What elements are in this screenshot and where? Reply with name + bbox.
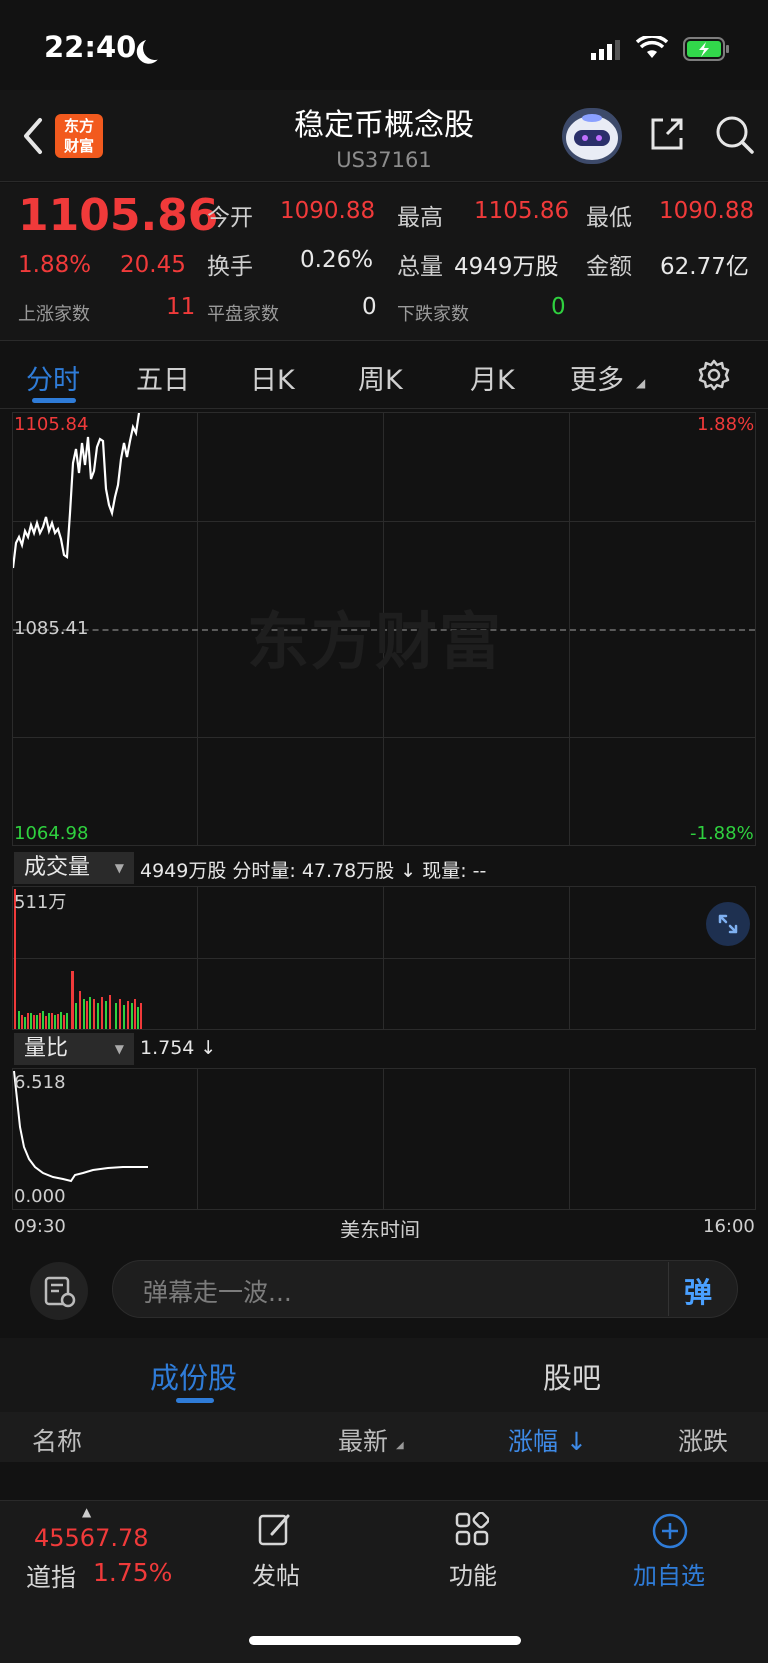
tab-weekly-k[interactable]: 周K: [358, 358, 403, 397]
danmu-divider: [668, 1262, 669, 1316]
intraday-price-line: [13, 413, 141, 569]
volume-value: 4949万股: [454, 254, 559, 280]
battery-icon: [683, 36, 731, 62]
column-latest[interactable]: 最新: [338, 1422, 388, 1458]
low-value: 1090.88: [659, 198, 755, 224]
up-count-label: 上涨家数: [18, 304, 90, 325]
share-icon[interactable]: [647, 114, 687, 154]
column-name: 名称: [32, 1427, 83, 1456]
danmu-settings-icon[interactable]: [30, 1262, 88, 1320]
function-grid-icon[interactable]: [455, 1511, 490, 1546]
search-icon[interactable]: [714, 114, 758, 156]
time-end-label: 16:00: [703, 1216, 755, 1237]
price-high-label: 1105.84: [14, 414, 89, 435]
danmu-placeholder: 弹幕走一波...: [143, 1278, 292, 1307]
price-mid-label: 1085.41: [14, 618, 89, 639]
ratio-chart[interactable]: [12, 1068, 756, 1210]
pct-low-label: -1.88%: [690, 823, 754, 844]
robot-assistant-icon[interactable]: [562, 108, 622, 164]
volume-bars: [14, 889, 142, 1029]
danmu-send-button[interactable]: 弹: [684, 1271, 712, 1311]
turnover-value: 0.26%: [300, 247, 374, 273]
add-watchlist-icon[interactable]: [651, 1512, 689, 1550]
turnover-label: 换手: [207, 254, 253, 280]
amount-label: 金额: [586, 254, 632, 280]
volume-chart[interactable]: [12, 886, 756, 1030]
post-label[interactable]: 发帖: [252, 1556, 300, 1591]
tab-more[interactable]: 更多: [570, 358, 624, 397]
volume-info: 4949万股 分时量: 47.78万股 ↓ 现量: --: [140, 860, 487, 882]
index-expand-caret-icon[interactable]: ▲: [82, 1505, 91, 1519]
column-change[interactable]: 涨跌: [678, 1422, 768, 1458]
down-count: 0: [551, 294, 566, 320]
low-label: 最低: [586, 205, 632, 231]
function-label[interactable]: 功能: [449, 1556, 497, 1591]
sort-caret-icon: ◢: [396, 1440, 404, 1451]
price-chart[interactable]: 东方财富: [12, 412, 756, 846]
lower-tab-indicator: [176, 1398, 214, 1403]
current-price: 1105.86: [18, 190, 219, 241]
tab-daily-k[interactable]: 日K: [250, 358, 295, 397]
index-percent: 1.75%: [93, 1558, 173, 1587]
ratio-min-label: 0.000: [14, 1186, 66, 1207]
open-label: 今开: [207, 205, 253, 231]
up-count: 11: [166, 294, 196, 320]
volume-max-label: 511万: [14, 892, 67, 913]
signal-icon: [591, 40, 623, 60]
down-count-label: 下跌家数: [397, 304, 469, 325]
volume-label: 总量: [397, 254, 443, 280]
lower-tabs: [0, 1338, 768, 1412]
open-value: 1090.88: [280, 198, 376, 224]
status-time: 22:40: [44, 30, 137, 64]
amount-value: 62.77亿: [660, 254, 749, 280]
high-label: 最高: [397, 205, 443, 231]
home-indicator: [249, 1636, 521, 1645]
ratio-info: 1.754 ↓: [140, 1037, 217, 1059]
change-amount: 20.45: [120, 252, 186, 278]
change-percent: 1.88%: [18, 252, 92, 278]
ratio-line: [13, 1070, 148, 1183]
index-name: 道指: [26, 1563, 77, 1592]
ratio-max-label: 6.518: [14, 1072, 66, 1093]
wifi-icon: [635, 34, 669, 60]
price-low-label: 1064.98: [14, 823, 89, 844]
flat-count: 0: [362, 294, 377, 320]
pct-high-label: 1.88%: [697, 414, 755, 435]
moon-icon: [140, 33, 169, 62]
active-tab-indicator: [32, 398, 76, 403]
tab-constituents[interactable]: 成份股: [150, 1355, 237, 1397]
add-watchlist-label[interactable]: 加自选: [633, 1556, 705, 1591]
column-change-pct[interactable]: 涨幅 ↓: [508, 1422, 587, 1458]
tab-monthly-k[interactable]: 月K: [470, 358, 515, 397]
high-value: 1105.86: [474, 198, 570, 224]
flat-count-label: 平盘家数: [207, 304, 279, 325]
tab-stock-forum[interactable]: 股吧: [543, 1355, 601, 1397]
settings-gear-icon[interactable]: [697, 358, 731, 392]
volume-indicator-dropdown[interactable]: 成交量 ▼: [14, 852, 134, 884]
tab-five-day[interactable]: 五日: [136, 358, 190, 397]
expand-icon[interactable]: [706, 902, 750, 946]
post-icon[interactable]: [258, 1512, 292, 1546]
more-caret-icon: ◢: [636, 376, 646, 390]
index-value[interactable]: 45567.78: [34, 1524, 149, 1552]
time-start-label: 09:30: [14, 1216, 66, 1237]
ratio-indicator-dropdown[interactable]: 量比 ▼: [14, 1033, 134, 1065]
tab-intraday[interactable]: 分时: [26, 358, 80, 397]
